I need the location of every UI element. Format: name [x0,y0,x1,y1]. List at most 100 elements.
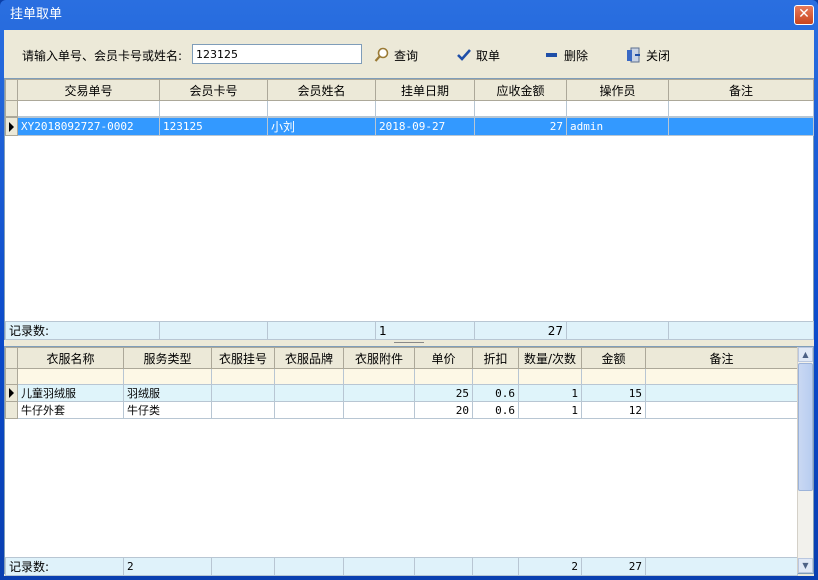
column-header[interactable]: 单价 [414,347,473,369]
exit-door-icon [626,47,642,63]
date-cell[interactable]: 2018-09-27 [375,117,475,136]
service-cell[interactable]: 羽绒服 [123,384,212,402]
table-row[interactable]: XY2018092727-0002 123125 小刘 2018-09-27 2… [5,117,814,136]
column-header[interactable]: 折扣 [472,347,519,369]
filter-cell[interactable] [518,368,582,385]
discount-cell[interactable]: 0.6 [472,384,519,402]
footer-label: 记录数: [4,321,161,340]
column-header[interactable]: 挂单日期 [375,79,475,101]
note-cell[interactable] [668,117,814,136]
filter-cell[interactable] [472,368,519,385]
row-indicator [5,401,18,419]
filter-cell[interactable] [414,368,473,385]
amount-cell[interactable]: 15 [581,384,646,402]
column-header[interactable]: 会员卡号 [159,79,268,101]
column-header[interactable]: 备注 [668,79,814,101]
note-cell[interactable] [645,401,798,419]
main-window: 挂单取单 ✕ 请输入单号、会员卡号或姓名: 查询 取单 [0,0,818,580]
scroll-up-arrow-icon[interactable]: ▲ [798,347,813,362]
amount-cell[interactable]: 27 [474,117,567,136]
scroll-down-arrow-icon[interactable]: ▼ [798,558,813,573]
filter-cell[interactable] [123,368,212,385]
checkmark-icon [456,47,472,63]
column-header[interactable]: 数量/次数 [518,347,582,369]
delete-button[interactable]: 删除 [544,45,588,65]
column-header[interactable]: 交易单号 [17,79,160,101]
operator-cell[interactable]: admin [566,117,669,136]
query-button[interactable]: 查询 [374,45,418,65]
brand-cell[interactable] [274,401,344,419]
filter-cell[interactable] [474,100,567,117]
items-grid[interactable]: 衣服名称 服务类型 衣服挂号 衣服品牌 衣服附件 单价 折扣 数量/次数 金额 … [4,346,814,576]
column-header[interactable]: 应收金额 [474,79,567,101]
card-cell[interactable]: 123125 [159,117,268,136]
vertical-scrollbar[interactable]: ▲ ▼ [797,347,813,573]
table-row[interactable]: 儿童羽绒服 羽绒服 25 0.6 1 15 [5,384,798,402]
filter-cell[interactable] [17,100,160,117]
qty-cell[interactable]: 1 [518,401,582,419]
column-header[interactable]: 金额 [581,347,646,369]
filter-cell[interactable] [375,100,475,117]
qty-cell[interactable]: 1 [518,384,582,402]
column-header[interactable]: 衣服挂号 [211,347,275,369]
column-header[interactable]: 备注 [645,347,798,369]
table-row[interactable]: 牛仔外套 牛仔类 20 0.6 1 12 [5,401,798,419]
search-input[interactable] [192,44,362,64]
footer-count: 1 [375,321,476,340]
orders-grid[interactable]: 交易单号 会员卡号 会员姓名 挂单日期 应收金额 操作员 备注 XY201809… [4,78,815,340]
client-area: 请输入单号、会员卡号或姓名: 查询 取单 删除 [4,30,815,576]
title-bar: 挂单取单 [0,0,818,30]
attach-cell[interactable] [343,384,415,402]
filter-cell[interactable] [17,368,124,385]
column-header[interactable]: 服务类型 [123,347,212,369]
minus-icon [544,47,560,63]
row-indicator [5,368,18,385]
filter-row [5,368,798,385]
filter-cell[interactable] [343,368,415,385]
row-indicator [5,384,18,402]
item-name-cell[interactable]: 牛仔外套 [17,401,124,419]
price-cell[interactable]: 25 [414,384,473,402]
item-name-cell[interactable]: 儿童羽绒服 [17,384,124,402]
service-cell[interactable]: 牛仔类 [123,401,212,419]
attach-cell[interactable] [343,401,415,419]
footer-count: 2 [123,557,213,576]
magnifier-icon [374,47,390,63]
column-header[interactable]: 衣服品牌 [274,347,344,369]
filter-cell[interactable] [668,100,814,117]
take-order-label: 取单 [476,48,501,63]
query-label: 查询 [394,48,419,63]
orders-footer-row: 记录数: 1 27 [4,321,815,340]
filter-cell[interactable] [566,100,669,117]
column-header[interactable]: 操作员 [566,79,669,101]
filter-cell[interactable] [211,368,275,385]
items-table: 衣服名称 服务类型 衣服挂号 衣服品牌 衣服附件 单价 折扣 数量/次数 金额 … [5,347,798,419]
take-order-button[interactable]: 取单 [456,45,500,65]
footer-amount-total: 27 [474,321,568,340]
footer-label: 记录数: [4,557,125,576]
tag-cell[interactable] [211,384,275,402]
search-label: 请输入单号、会员卡号或姓名: [22,49,183,63]
amount-cell[interactable]: 12 [581,401,646,419]
filter-cell[interactable] [159,100,268,117]
window-close-button[interactable]: ✕ [794,5,814,25]
splitter-grip[interactable] [394,342,424,344]
member-name-cell[interactable]: 小刘 [267,117,376,136]
discount-cell[interactable]: 0.6 [472,401,519,419]
filter-cell[interactable] [581,368,646,385]
column-header[interactable]: 会员姓名 [267,79,376,101]
brand-cell[interactable] [274,384,344,402]
note-cell[interactable] [645,384,798,402]
items-header-row: 衣服名称 服务类型 衣服挂号 衣服品牌 衣服附件 单价 折扣 数量/次数 金额 … [5,347,798,369]
row-indicator-header [5,79,18,101]
column-header[interactable]: 衣服附件 [343,347,415,369]
close-button[interactable]: 关闭 [626,45,670,65]
filter-cell[interactable] [645,368,798,385]
price-cell[interactable]: 20 [414,401,473,419]
column-header[interactable]: 衣服名称 [17,347,124,369]
filter-cell[interactable] [267,100,376,117]
order-no-cell[interactable]: XY2018092727-0002 [17,117,160,136]
scroll-thumb[interactable] [798,363,813,491]
filter-cell[interactable] [274,368,344,385]
tag-cell[interactable] [211,401,275,419]
